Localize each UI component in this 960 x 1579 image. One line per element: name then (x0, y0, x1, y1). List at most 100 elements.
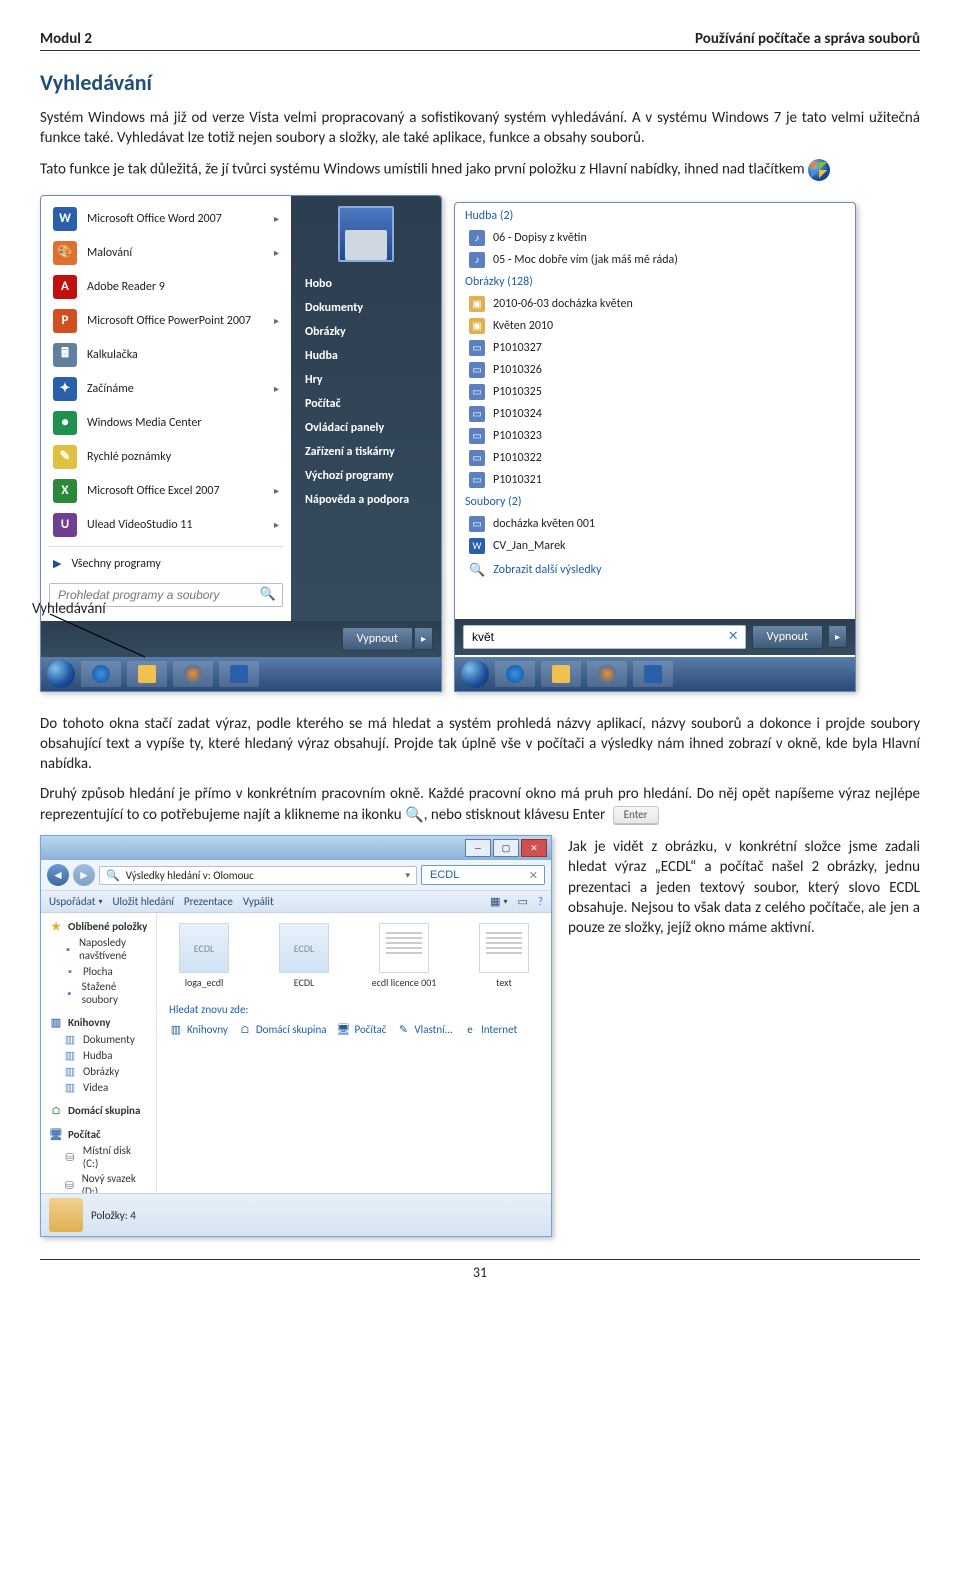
results-item[interactable]: ♪ 06 - Dopisy z květin (455, 227, 855, 249)
shutdown-button[interactable]: Vypnout (752, 625, 823, 649)
results-item[interactable]: ▭ docházka květen 001 (455, 513, 855, 535)
close-button[interactable]: ✕ (521, 839, 547, 857)
help-button[interactable]: ? (538, 895, 543, 908)
results-item[interactable]: ♪ 05 - Moc dobře vím (jak máš mě ráda) (455, 249, 855, 271)
results-item[interactable]: W CV_Jan_Marek (455, 535, 855, 557)
folder-icon: ⛁ (63, 1150, 77, 1164)
start-menu-right-item[interactable]: Výchozí programy (291, 464, 441, 488)
show-more-results[interactable]: 🔍 Zobrazit další výsledky (455, 557, 855, 584)
start-menu-app-item[interactable]: 🖩 Kalkulačka (41, 338, 291, 372)
clear-icon[interactable]: ✕ (529, 869, 538, 882)
start-menu-right-item[interactable]: Hry (291, 368, 441, 392)
taskbar-explorer[interactable] (127, 661, 167, 687)
clear-icon[interactable]: ✕ (728, 629, 739, 644)
explorer-search-input[interactable] (428, 868, 525, 882)
start-menu-app-item[interactable]: P Microsoft Office PowerPoint 2007 ▸ (41, 304, 291, 338)
results-item[interactable]: ▭ P1010322 (455, 447, 855, 469)
toolbar-organize[interactable]: Uspořádat▾ (49, 895, 102, 908)
results-item[interactable]: ▣ 2010-06-03 docházka květen (455, 293, 855, 315)
explorer-toolbar: Uspořádat▾ Uložit hledání Prezentace Vyp… (41, 891, 551, 913)
minimize-button[interactable]: ― (465, 839, 491, 857)
window-titlebar: ― ▢ ✕ (41, 836, 551, 860)
start-menu-right-item[interactable]: Obrázky (291, 320, 441, 344)
results-item[interactable]: ▭ P1010325 (455, 381, 855, 403)
all-programs[interactable]: ▶ Všechny programy (41, 551, 291, 577)
search-location-link[interactable]: ✎Vlastní... (396, 1022, 453, 1036)
nav-back-button[interactable]: ◄ (47, 864, 69, 886)
shutdown-options-button[interactable]: ▸ (415, 627, 433, 650)
start-menu-right-item[interactable]: Počítač (291, 392, 441, 416)
nav-item[interactable]: ▪Naposledy navštívené (43, 935, 154, 963)
results-search-input[interactable] (470, 629, 724, 645)
start-orb-icon[interactable] (47, 660, 75, 688)
start-menu-app-item[interactable]: U Ulead VideoStudio 11 ▸ (41, 508, 291, 542)
nav-item[interactable]: ⛁Místní disk (C:) (43, 1143, 154, 1171)
user-avatar[interactable] (338, 206, 394, 262)
shutdown-button[interactable]: Vypnout (342, 627, 413, 651)
taskbar-wmp[interactable] (587, 661, 627, 687)
shutdown-options-button[interactable]: ▸ (829, 625, 847, 648)
search-location-link[interactable]: eInternet (463, 1022, 517, 1036)
chevron-down-icon[interactable]: ▾ (405, 870, 410, 881)
start-menu-right-item[interactable]: Zařízení a tiskárny (291, 440, 441, 464)
nav-item[interactable]: ▪Plocha (43, 963, 154, 979)
taskbar-wmp[interactable] (173, 661, 213, 687)
start-orb-icon[interactable] (461, 660, 489, 688)
file-item[interactable]: ECDL loga_ecdl (169, 923, 239, 989)
app-icon: X (53, 479, 77, 503)
address-bar[interactable]: 🔍 Výsledky hledání v: Olomouc ▾ (99, 866, 417, 885)
start-menu-app-item[interactable]: ● Windows Media Center (41, 406, 291, 440)
results-item[interactable]: ▭ P1010327 (455, 337, 855, 359)
nav-item[interactable]: ▥Obrázky (43, 1063, 154, 1079)
search-location-link[interactable]: ⌂Domácí skupina (238, 1022, 327, 1036)
taskbar-word[interactable] (219, 661, 259, 687)
nav-item[interactable]: ▥Hudba (43, 1047, 154, 1063)
search-icon: 🔍 (405, 806, 424, 824)
taskbar-ie[interactable] (495, 661, 535, 687)
start-menu-app-item[interactable]: ✦ Začínáme ▸ (41, 372, 291, 406)
search-location-link[interactable]: 🖥Počítač (337, 1022, 387, 1036)
results-item[interactable]: ▭ P1010323 (455, 425, 855, 447)
start-menu-right-item[interactable]: Nápověda a podpora (291, 488, 441, 512)
nav-forward-button[interactable]: ► (73, 864, 95, 886)
nav-item[interactable]: ▥Videa (43, 1079, 154, 1095)
taskbar-explorer[interactable] (541, 661, 581, 687)
paragraph-3: Do tohoto okna stačí zadat výraz, podle … (40, 714, 920, 775)
file-thumbnail (479, 923, 529, 973)
start-menu-right-item[interactable]: Dokumenty (291, 296, 441, 320)
view-options-button[interactable]: ▦▾ (490, 895, 507, 908)
file-item[interactable]: text (469, 923, 539, 989)
file-icon: W (469, 538, 485, 554)
start-menu-app-item[interactable]: W Microsoft Office Word 2007 ▸ (41, 202, 291, 236)
results-item[interactable]: ▭ P1010321 (455, 469, 855, 491)
app-label: Začínáme (87, 382, 134, 396)
toolbar-slideshow[interactable]: Prezentace (184, 895, 233, 908)
start-menu-right-item[interactable]: Hudba (291, 344, 441, 368)
file-item[interactable]: ECDL ECDL (269, 923, 339, 989)
explorer-search-box[interactable]: ✕ (421, 865, 545, 885)
preview-pane-button[interactable]: ▭ (517, 895, 527, 908)
start-menu-app-item[interactable]: X Microsoft Office Excel 2007 ▸ (41, 474, 291, 508)
nav-item[interactable]: ▥Dokumenty (43, 1031, 154, 1047)
search-location-link[interactable]: ▥Knihovny (169, 1022, 228, 1036)
toolbar-burn[interactable]: Vypálit (243, 895, 274, 908)
start-menu-right-item[interactable]: Ovládací panely (291, 416, 441, 440)
maximize-button[interactable]: ▢ (493, 839, 519, 857)
results-item[interactable]: ▭ P1010326 (455, 359, 855, 381)
file-item[interactable]: ecdl licence 001 (369, 923, 439, 989)
taskbar-ie[interactable] (81, 661, 121, 687)
file-thumbnail: ECDL (279, 923, 329, 973)
toolbar-save-search[interactable]: Uložit hledání (112, 895, 173, 908)
nav-item[interactable]: ▪Stažené soubory (43, 979, 154, 1007)
start-menu-app-item[interactable]: ✎ Rychlé poznámky (41, 440, 291, 474)
chevron-right-icon: ▸ (274, 382, 279, 395)
start-menu-app-item[interactable]: 🎨 Malování ▸ (41, 236, 291, 270)
results-search-box[interactable]: ✕ (463, 625, 746, 649)
taskbar-word[interactable] (633, 661, 673, 687)
start-menu-app-item[interactable]: A Adobe Reader 9 (41, 270, 291, 304)
app-label: Kalkulačka (87, 348, 138, 362)
start-menu-right-item[interactable]: Hobo (291, 272, 441, 296)
results-item[interactable]: ▭ P1010324 (455, 403, 855, 425)
nav-item[interactable]: ⛁Nový svazek (D:) (43, 1171, 154, 1193)
results-item[interactable]: ▣ Květen 2010 (455, 315, 855, 337)
